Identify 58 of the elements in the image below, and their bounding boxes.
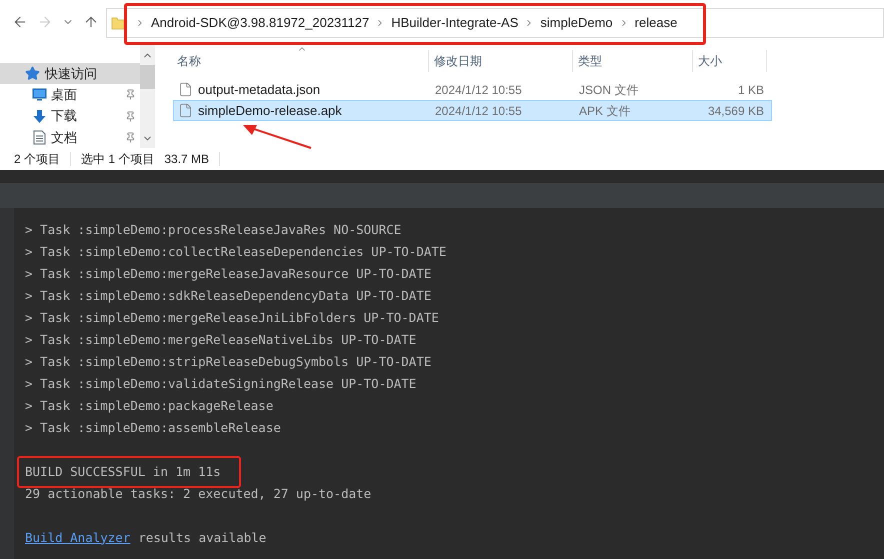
star-icon <box>24 65 41 82</box>
console-line: BUILD SUCCESSFUL in 1m 11s <box>25 464 221 479</box>
console-line: > Task :simpleDemo:processReleaseJavaRes NO-SOURCE <box>25 220 402 239</box>
file-row[interactable]: output-metadata.json 2024/1/12 10:55 JSON 文件 1 KB <box>173 79 772 100</box>
console-line: > Task :simpleDemo:assembleRelease <box>25 418 281 437</box>
sidebar-label: 快速访问 <box>45 64 98 83</box>
console-line: > Task :simpleDemo:stripReleaseDebugSymbols UP-TO-DATE <box>25 352 432 371</box>
file-date: 2024/1/12 10:55 <box>434 82 523 98</box>
breadcrumb-item[interactable]: release <box>634 13 678 33</box>
console-line: > Task :simpleDemo:packageRelease <box>25 396 274 415</box>
address-bar[interactable]: Android-SDK@3.98.81972_20231127 HBuilder-Integrate-AS simpleDemo release <box>106 8 884 38</box>
column-header[interactable]: 类型 <box>573 50 693 72</box>
column-header[interactable]: 大小 <box>693 50 767 72</box>
console-line: results available <box>138 528 266 547</box>
column-header[interactable]: 名称 <box>173 50 429 72</box>
console-line: > Task :simpleDemo:mergeReleaseJniLibFolders UP-TO-DATE <box>25 308 439 327</box>
console-line: 29 actionable tasks: 2 executed, 27 up-to-date <box>25 484 372 503</box>
file-size: 34,569 KB <box>706 102 765 120</box>
pin-icon <box>125 132 136 143</box>
selection-size: 33.7 MB <box>164 151 210 168</box>
file-name: output-metadata.json <box>198 80 320 99</box>
file-type: APK 文件 <box>578 102 632 120</box>
breadcrumb-item[interactable]: Android-SDK@3.98.81972_20231127 <box>151 13 370 33</box>
sidebar-item[interactable]: 下载 <box>0 106 140 127</box>
console-line: > Task :simpleDemo:mergeReleaseNativeLibs UP-TO-DATE <box>25 330 416 349</box>
download-icon <box>32 108 47 124</box>
breadcrumb-item[interactable]: HBuilder-Integrate-AS <box>391 13 518 33</box>
scrollbar[interactable] <box>140 44 155 148</box>
selection-count: 选中 1 个项目 <box>81 151 154 168</box>
column-header[interactable]: 修改日期 <box>429 50 573 72</box>
pin-icon <box>125 110 136 122</box>
scrollbar-thumb[interactable] <box>140 65 155 89</box>
sidebar-label: 文档 <box>51 128 78 147</box>
build-analyzer-link[interactable]: Build Analyzer <box>25 528 130 548</box>
sidebar-label: 下载 <box>51 107 78 126</box>
folder-icon <box>111 16 125 30</box>
console-line: > Task :simpleDemo:validateSigningRelease UP-TO-DATE <box>25 374 416 393</box>
breadcrumb-item[interactable]: simpleDemo <box>540 13 613 33</box>
console-line: > Task :simpleDemo:mergeReleaseJavaResource UP-TO-DATE <box>25 264 432 283</box>
console-line: > Task :simpleDemo:sdkReleaseDependencyData UP-TO-DATE <box>25 286 432 305</box>
sidebar-item[interactable]: 桌面 <box>0 84 140 106</box>
file-name: simpleDemo-release.apk <box>198 102 342 120</box>
file-icon <box>178 82 193 97</box>
console-line: > Task :simpleDemo:collectReleaseDependencies UP-TO-DATE <box>25 242 446 261</box>
file-icon <box>178 103 193 118</box>
item-count: 2 个项目 <box>14 151 60 168</box>
file-size: 1 KB <box>736 82 765 98</box>
up-icon[interactable] <box>83 14 99 30</box>
sidebar-label: 桌面 <box>51 86 78 104</box>
monitor-icon <box>32 88 47 102</box>
file-type: JSON 文件 <box>578 82 640 98</box>
back-icon[interactable] <box>12 14 28 30</box>
file-row[interactable]: simpleDemo-release.apk 2024/1/12 10:55 APK 文件 34,569 KB <box>173 100 772 121</box>
sidebar-item[interactable]: 快速访问 <box>0 63 140 84</box>
pin-icon <box>125 89 136 100</box>
document-icon <box>32 130 47 145</box>
file-date: 2024/1/12 10:55 <box>434 102 523 120</box>
sidebar-item[interactable]: 文档 <box>0 126 140 148</box>
